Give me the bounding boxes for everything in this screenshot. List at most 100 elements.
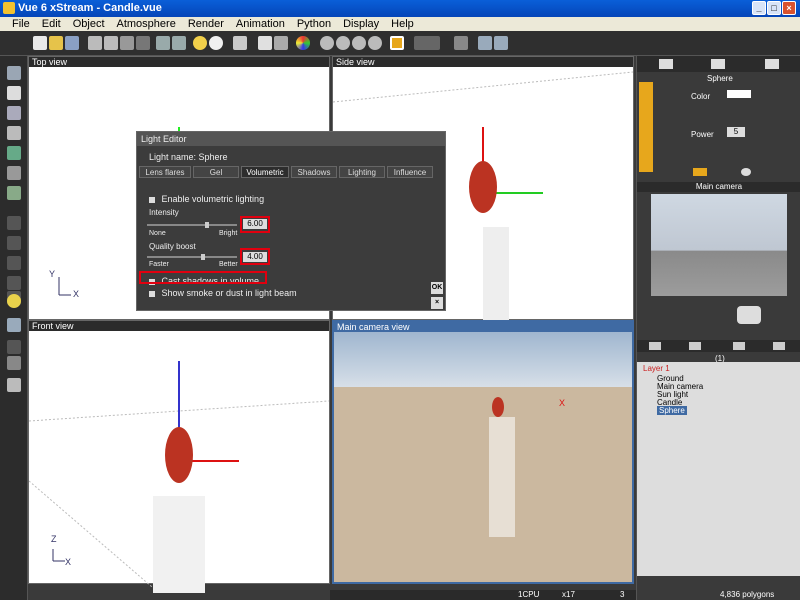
save-icon[interactable]: [65, 36, 79, 50]
color-palette-icon[interactable]: [296, 36, 310, 50]
light-sphere[interactable]: [165, 427, 193, 483]
show-smoke-checkbox[interactable]: [149, 290, 155, 297]
quality-slider[interactable]: [147, 256, 237, 258]
enable-volumetric-row[interactable]: Enable volumetric lighting: [149, 194, 264, 204]
new-icon[interactable]: [33, 36, 47, 50]
links-tab-icon[interactable]: [773, 342, 785, 350]
boolean-icon[interactable]: [7, 216, 21, 230]
tree-item-layer[interactable]: Layer 1: [643, 364, 670, 373]
cut-icon[interactable]: [88, 36, 102, 50]
menu-animation[interactable]: Animation: [230, 17, 291, 31]
metablob-icon[interactable]: [7, 236, 21, 250]
library-tab-icon[interactable]: [733, 342, 745, 350]
tree-item-sphere[interactable]: Sphere: [657, 406, 687, 415]
menu-atmosphere[interactable]: Atmosphere: [111, 17, 182, 31]
ok-button[interactable]: OK: [431, 282, 443, 294]
front-view-label: Front view: [32, 321, 74, 331]
paste-special-icon[interactable]: [136, 36, 150, 50]
search-icon[interactable]: [7, 378, 21, 392]
zoom-reset-icon[interactable]: [368, 36, 382, 50]
menu-file[interactable]: File: [6, 17, 36, 31]
menu-help[interactable]: Help: [385, 17, 420, 31]
menu-display[interactable]: Display: [337, 17, 385, 31]
render-area-icon[interactable]: [478, 36, 492, 50]
intensity-min-label: None: [149, 230, 166, 237]
camera-icon[interactable]: [454, 36, 468, 50]
open-icon[interactable]: [49, 36, 63, 50]
candle-body[interactable]: [483, 227, 509, 327]
menu-render[interactable]: Render: [182, 17, 230, 31]
material-tab-icon[interactable]: [711, 59, 725, 69]
materials-tab-icon[interactable]: [689, 342, 701, 350]
primitive-icon[interactable]: [7, 166, 21, 180]
tab-shadows[interactable]: Shadows: [291, 166, 337, 178]
object-name: Sphere: [707, 74, 733, 83]
objects-tab-icon[interactable]: [649, 342, 661, 350]
text-icon[interactable]: [7, 86, 21, 100]
show-smoke-row[interactable]: Show smoke or dust in light beam: [149, 288, 297, 298]
minimize-button[interactable]: _: [752, 1, 766, 15]
render-icon[interactable]: [390, 36, 404, 50]
redo-icon[interactable]: [172, 36, 186, 50]
power-value-field[interactable]: 5: [727, 127, 745, 137]
intensity-slider-knob[interactable]: [205, 222, 209, 228]
terrain-icon[interactable]: [7, 106, 21, 120]
ground-grid-diagonal: [29, 480, 160, 593]
select-icon[interactable]: [7, 66, 21, 80]
light-type-toolbar[interactable]: [639, 82, 653, 172]
camera-view-label: Main camera view: [337, 322, 410, 332]
link-icon[interactable]: [7, 276, 21, 290]
group-icon[interactable]: [7, 256, 21, 270]
camera-control-icon[interactable]: [737, 306, 761, 324]
paste-icon[interactable]: [120, 36, 134, 50]
candle-body[interactable]: [153, 496, 205, 593]
material-icon[interactable]: [258, 36, 272, 50]
light-preset-icon[interactable]: [693, 168, 707, 176]
enable-volumetric-checkbox[interactable]: [149, 196, 155, 203]
copy-icon[interactable]: [104, 36, 118, 50]
aspect-tab-icon[interactable]: [659, 59, 673, 69]
layer-icon[interactable]: [7, 356, 21, 370]
intensity-highlight-frame: [240, 216, 270, 233]
object-tabs: [637, 56, 800, 72]
zoom-fit-icon[interactable]: [352, 36, 366, 50]
menu-edit[interactable]: Edit: [36, 17, 67, 31]
menu-object[interactable]: Object: [67, 17, 111, 31]
candle-body[interactable]: [489, 417, 515, 537]
zoom-out-icon[interactable]: [336, 36, 350, 50]
gizmo-icon[interactable]: [741, 168, 751, 176]
undo-icon[interactable]: [156, 36, 170, 50]
numerics-tab-icon[interactable]: [765, 59, 779, 69]
maximize-button[interactable]: □: [767, 1, 781, 15]
menu-bar: File Edit Object Atmosphere Render Anima…: [0, 17, 800, 31]
planet-icon[interactable]: [7, 186, 21, 200]
light-icon[interactable]: [7, 294, 21, 308]
camera-viewport[interactable]: Main camera view X: [332, 320, 634, 584]
hide-icon[interactable]: [7, 340, 21, 354]
tab-volumetric[interactable]: Volumetric: [241, 166, 289, 178]
object-icon[interactable]: [233, 36, 247, 50]
plant-icon[interactable]: [7, 146, 21, 160]
camera-preview[interactable]: [651, 194, 787, 296]
tab-influence[interactable]: Influence: [387, 166, 433, 178]
front-viewport[interactable]: Front view Z X: [28, 320, 330, 593]
cloud-icon[interactable]: [209, 36, 223, 50]
preview-icon[interactable]: [494, 36, 508, 50]
sun-icon[interactable]: [193, 36, 207, 50]
tab-lighting[interactable]: Lighting: [339, 166, 385, 178]
tab-gel[interactable]: Gel: [193, 166, 239, 178]
cancel-button[interactable]: ×: [431, 297, 443, 309]
menu-python[interactable]: Python: [291, 17, 337, 31]
light-sphere[interactable]: [469, 161, 497, 213]
close-button[interactable]: ×: [782, 1, 796, 15]
film-icon[interactable]: [414, 36, 440, 50]
brush-icon[interactable]: [274, 36, 288, 50]
tab-lens-flares[interactable]: Lens flares: [139, 166, 191, 178]
light-sphere[interactable]: [492, 397, 504, 417]
intensity-slider[interactable]: [147, 224, 237, 226]
zoom-in-icon[interactable]: [320, 36, 334, 50]
rock-icon[interactable]: [7, 126, 21, 140]
quality-slider-knob[interactable]: [201, 254, 205, 260]
camera-tool-icon[interactable]: [7, 318, 21, 332]
light-color-swatch[interactable]: [727, 90, 751, 98]
